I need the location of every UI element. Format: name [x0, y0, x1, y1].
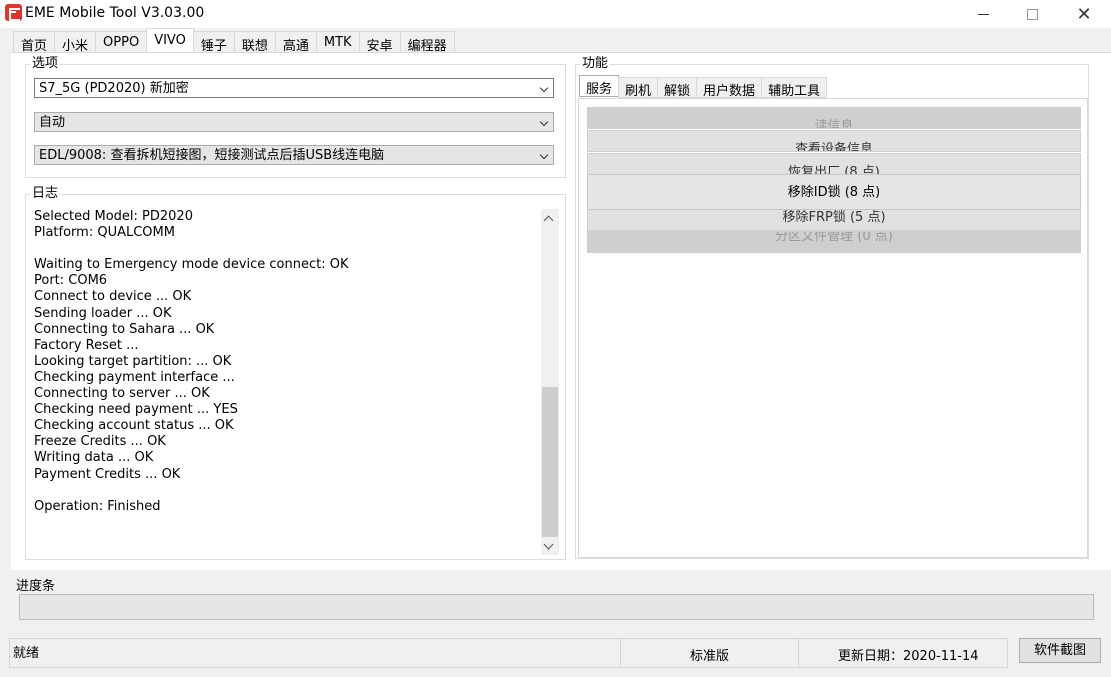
close-icon: ✕	[1076, 3, 1092, 25]
functions-group-title: 功能	[580, 56, 611, 72]
remove-frp-lock-button[interactable]: 移除FRP锁 (5 点)	[587, 209, 1081, 231]
partition-manager-label: 分区文件管理 (0 点)	[775, 231, 893, 244]
status-bar: 就绪 标准版 更新日期：2020-11-14	[9, 638, 1009, 668]
log-line: Looking target partition: ... OK	[34, 353, 232, 369]
log-line: Writing data ... OK	[34, 450, 154, 466]
scroll-up-icon[interactable]	[543, 215, 554, 226]
log-line: Connect to device ... OK	[34, 289, 192, 305]
tab-1[interactable]: 小米	[54, 31, 97, 54]
remove-id-lock-button[interactable]: 移除ID锁 (8 点)	[587, 174, 1081, 210]
chevron-down-icon	[539, 83, 549, 93]
log-line: Connecting to Sahara ... OK	[34, 321, 215, 337]
tab-0[interactable]: 首页	[13, 31, 56, 54]
options-group: 选项 S7_5G (PD2020) 新加密 自动 EDL/9008: 查看拆机短…	[25, 56, 566, 178]
tab-3[interactable]: VIVO	[146, 28, 194, 52]
read-info-button[interactable]: 读信息	[587, 107, 1081, 129]
minimize-icon	[977, 13, 989, 15]
main-tab-bar: 首页 小米 OPPO VIVO 锤子 联想 高通 MTK 安卓 编程器	[13, 28, 455, 54]
tab-content: 选项 S7_5G (PD2020) 新加密 自动 EDL/9008: 查看拆机短…	[11, 52, 1111, 570]
function-tab-bar: 服务 刷机 解锁 用户数据 辅助工具	[579, 75, 828, 99]
log-scrollbar[interactable]	[541, 209, 559, 555]
model-select[interactable]: S7_5G (PD2020) 新加密	[34, 78, 554, 98]
log-line: Connecting to server ... OK	[34, 386, 210, 402]
model-select-value: S7_5G (PD2020) 新加密	[39, 81, 189, 96]
remove-id-lock-label: 移除ID锁 (8 点)	[787, 185, 881, 200]
tab-2[interactable]: OPPO	[95, 31, 148, 53]
service-panel: 读信息 查看设备信息 恢复出厂 (8 点) 移除ID锁 (8 点) 移除FRP锁…	[578, 98, 1088, 558]
view-device-info-label: 查看设备信息	[794, 142, 873, 152]
log-line: Checking need payment ... YES	[34, 402, 238, 418]
mode-select[interactable]: 自动	[34, 112, 554, 132]
log-line: Payment Credits ... OK	[34, 466, 181, 482]
function-tab-3[interactable]: 用户数据	[696, 77, 763, 99]
factory-reset-button[interactable]: 恢复出厂 (8 点)	[587, 153, 1081, 175]
function-tab-4[interactable]: 辅助工具	[761, 77, 828, 99]
function-tab-0[interactable]: 服务	[579, 75, 620, 97]
edl-select-value: EDL/9008: 查看拆机短接图，短接测试点后插USB线连电脑	[39, 148, 385, 163]
chevron-down-icon	[539, 117, 549, 127]
chevron-down-icon	[539, 150, 549, 160]
log-line: Platform: QUALCOMM	[34, 225, 175, 241]
log-line: Port: COM6	[34, 273, 108, 289]
log-output: Selected Model: PD2020 Platform: QUALCOMM…	[34, 209, 349, 515]
edition-label: 标准版	[620, 638, 799, 668]
progress-bar	[19, 594, 1094, 620]
log-line: Operation: Finished	[34, 498, 161, 514]
log-line: Checking payment interface ...	[34, 369, 235, 385]
log-group-title: 日志	[30, 186, 61, 202]
scrollbar-thumb[interactable]	[542, 387, 558, 537]
tab-5[interactable]: 联想	[233, 31, 276, 54]
tab-9[interactable]: 编程器	[399, 31, 455, 54]
mode-select-value: 自动	[39, 115, 66, 130]
update-date-label: 更新日期：2020-11-14	[798, 638, 1008, 668]
tab-6[interactable]: 高通	[274, 31, 317, 54]
screenshot-button[interactable]: 软件截图	[1019, 638, 1101, 663]
log-line: Freeze Credits ... OK	[34, 434, 166, 450]
scroll-down-icon[interactable]	[543, 539, 554, 550]
log-line: Waiting to Emergency mode device connect…	[34, 257, 349, 273]
maximize-icon	[1026, 8, 1038, 20]
log-group: 日志 Selected Model: PD2020 Platform: QUALC…	[25, 186, 566, 560]
title-bar: EME Mobile Tool V3.03.00 ✕	[0, 0, 1111, 28]
log-line: Factory Reset ...	[34, 337, 139, 353]
tab-8[interactable]: 安卓	[358, 31, 401, 54]
function-tab-1[interactable]: 刷机	[618, 77, 659, 99]
function-tab-2[interactable]: 解锁	[657, 77, 698, 99]
log-line: Selected Model: PD2020	[34, 209, 193, 224]
edl-select[interactable]: EDL/9008: 查看拆机短接图，短接测试点后插USB线连电脑	[34, 145, 554, 165]
close-button[interactable]: ✕	[1061, 0, 1107, 28]
options-group-title: 选项	[30, 56, 61, 72]
tab-4[interactable]: 锤子	[192, 31, 235, 54]
remove-frp-lock-label: 移除FRP锁 (5 点)	[782, 210, 886, 225]
minimize-button[interactable]	[960, 0, 1006, 28]
log-line: Sending loader ... OK	[34, 305, 172, 321]
partition-manager-button[interactable]: 分区文件管理 (0 点)	[587, 231, 1081, 253]
progress-label: 进度条	[16, 579, 56, 594]
functions-group: 功能 服务 刷机 解锁 用户数据 辅助工具 读信息 查看设备信息 恢复出厂 (8 点) …	[575, 56, 1089, 559]
read-info-label: 读信息	[814, 119, 854, 129]
log-line: Checking account status ... OK	[34, 418, 234, 434]
view-device-info-button[interactable]: 查看设备信息	[587, 130, 1081, 152]
app-logo-icon	[5, 4, 22, 21]
maximize-button[interactable]	[1009, 0, 1055, 28]
status-text: 就绪	[9, 638, 621, 668]
tab-7[interactable]: MTK	[315, 31, 360, 53]
window-title: EME Mobile Tool V3.03.00	[25, 5, 205, 21]
